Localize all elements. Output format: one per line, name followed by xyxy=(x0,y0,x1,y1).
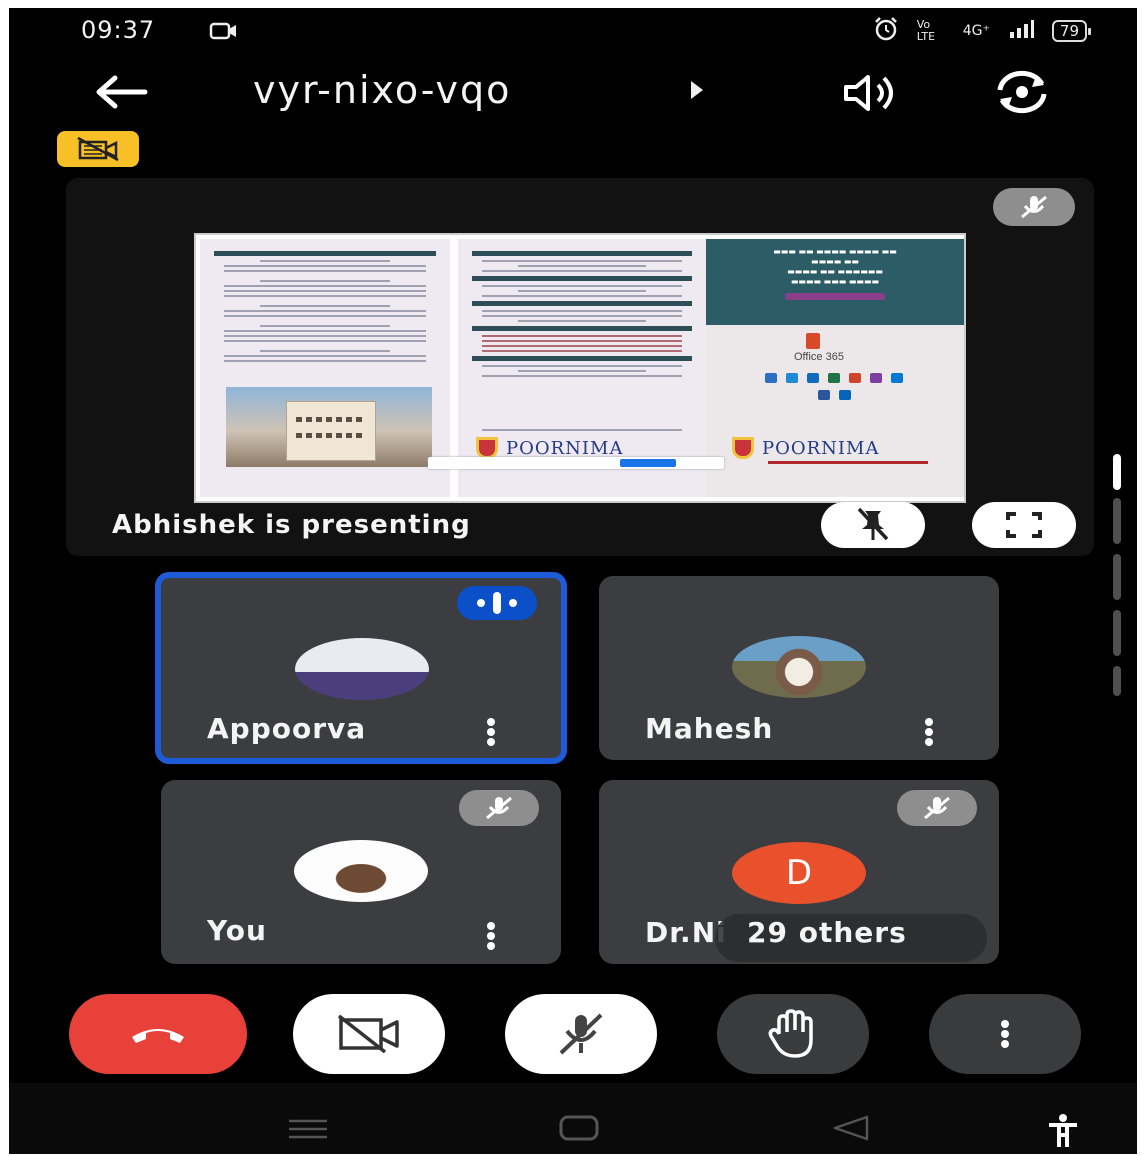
fullscreen-button[interactable] xyxy=(972,502,1076,548)
home-icon[interactable] xyxy=(557,1113,601,1147)
network-type: 4G⁺ xyxy=(962,23,990,39)
back-arrow-icon xyxy=(96,75,148,109)
speaking-indicator xyxy=(457,586,537,620)
participant-name: Appoorva xyxy=(207,712,367,745)
mic-off-icon xyxy=(559,1013,603,1055)
office-app-icons xyxy=(764,373,904,400)
camera-toggle-button[interactable] xyxy=(293,994,445,1074)
avatar xyxy=(294,840,428,902)
camera-off-badge xyxy=(57,131,139,167)
participant-name: Mahesh xyxy=(645,712,774,745)
more-options-icon[interactable] xyxy=(481,918,501,954)
phone-screen: 09:37 Vo LTE 4G⁺ 79 vyr-nixo-vqo POORNIM… xyxy=(9,8,1137,1154)
presenter-mic-off xyxy=(993,188,1075,226)
more-options-icon[interactable] xyxy=(919,714,939,750)
page-indicator xyxy=(1113,554,1121,600)
avatar-initial: D xyxy=(732,842,866,904)
participant-tile-mahesh[interactable]: Mahesh xyxy=(599,576,999,760)
participant-tile-you[interactable]: You xyxy=(161,780,561,964)
end-call-button[interactable] xyxy=(69,994,247,1074)
page-indicator xyxy=(1113,498,1121,544)
participant-tile-appoorva[interactable]: Appoorva xyxy=(155,572,567,764)
more-options-icon xyxy=(995,1016,1015,1052)
page-indicator-active xyxy=(1113,454,1121,490)
raise-hand-icon xyxy=(768,1009,813,1058)
more-options-button[interactable] xyxy=(929,994,1081,1074)
office-logo-icon xyxy=(806,333,820,349)
fullscreen-icon xyxy=(1006,512,1042,538)
volte-indicator: Vo LTE xyxy=(916,18,936,43)
status-icons: Vo LTE 4G⁺ 79 xyxy=(873,16,1092,46)
avatar xyxy=(295,638,429,700)
brochure-brand-2: POORNIMA xyxy=(762,437,880,459)
alarm-icon xyxy=(873,16,899,46)
presenting-label: Abhishek is presenting xyxy=(112,510,471,540)
participant-mic-off xyxy=(897,790,977,826)
brochure-resource-persons xyxy=(200,239,450,497)
back-button[interactable] xyxy=(89,68,153,116)
signal-icon xyxy=(1008,18,1034,44)
brochure-cover: ▬▬▬ ▬▬ ▬▬▬▬ ▬▬▬▬ ▬▬ ▬▬▬▬ ▬▬ ▬▬▬▬ ▬▬ ▬▬▬▬▬▬… xyxy=(706,239,964,497)
participant-mic-off xyxy=(459,790,539,826)
college-building-photo xyxy=(226,387,432,467)
stop-sharing-button xyxy=(620,459,676,467)
college-crest-icon xyxy=(476,437,498,459)
page-indicator xyxy=(1113,666,1121,696)
screen-share-notice xyxy=(428,457,724,469)
more-options-icon[interactable] xyxy=(481,714,501,750)
others-count[interactable]: 29 others xyxy=(747,916,907,949)
end-call-icon xyxy=(132,1029,184,1043)
participant-name: You xyxy=(207,914,267,947)
meeting-info-arrow-icon[interactable] xyxy=(691,81,703,99)
switch-camera-icon xyxy=(997,70,1047,114)
raise-hand-button[interactable] xyxy=(717,994,869,1074)
system-nav-bar xyxy=(9,1083,1137,1154)
camera-off-badge-icon xyxy=(77,136,119,162)
mic-toggle-button[interactable] xyxy=(505,994,657,1074)
camera-off-icon xyxy=(337,1014,399,1054)
page-indicator xyxy=(1113,610,1121,656)
mic-off-icon xyxy=(486,796,512,820)
unpin-button[interactable] xyxy=(821,502,925,548)
speaker-icon xyxy=(844,75,893,111)
back-icon[interactable] xyxy=(829,1113,873,1147)
shared-slide: POORNIMA ▬▬▬ ▬▬ ▬▬▬▬ ▬▬▬▬ ▬▬ ▬▬▬▬ ▬▬ ▬▬▬▬ … xyxy=(194,233,966,503)
switch-camera-button[interactable] xyxy=(984,66,1060,118)
avatar xyxy=(732,636,866,698)
unpin-icon xyxy=(857,507,889,541)
speaker-button[interactable] xyxy=(837,70,907,116)
recents-icon[interactable] xyxy=(285,1117,331,1145)
mic-off-icon xyxy=(924,796,950,820)
college-crest-icon-2 xyxy=(732,437,754,459)
mic-off-icon xyxy=(1021,195,1047,219)
screen-record-icon xyxy=(209,20,239,46)
brochure-brand: POORNIMA xyxy=(506,437,624,459)
status-time: 09:37 xyxy=(81,16,156,44)
meeting-code[interactable]: vyr-nixo-vqo xyxy=(253,68,511,112)
accessibility-icon[interactable] xyxy=(1043,1111,1083,1154)
presentation-area[interactable]: POORNIMA ▬▬▬ ▬▬ ▬▬▬▬ ▬▬▬▬ ▬▬ ▬▬▬▬ ▬▬ ▬▬▬▬ … xyxy=(66,178,1094,556)
office-365-text: Office 365 xyxy=(794,351,844,363)
battery-icon: 79 xyxy=(1051,20,1092,42)
